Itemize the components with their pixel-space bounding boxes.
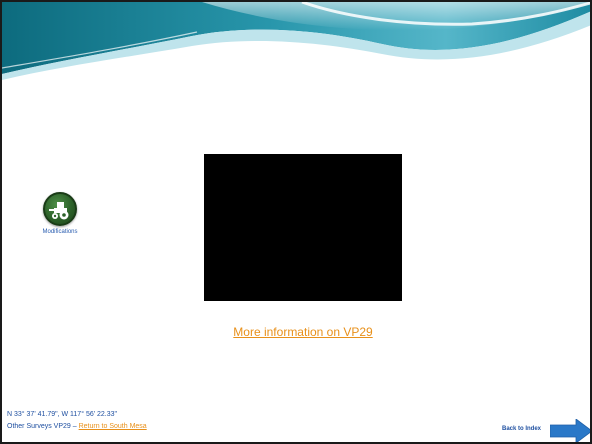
other-surveys-line: Other Surveys VP29 – Return to South Mes… — [7, 423, 147, 430]
modifications-label: Modifications — [42, 229, 78, 235]
right-arrow-icon[interactable] — [550, 419, 592, 443]
return-to-south-mesa-link[interactable]: Return to South Mesa — [79, 423, 147, 430]
modifications-button[interactable] — [43, 192, 77, 226]
other-surveys-label: Other Surveys VP29 – — [7, 423, 79, 430]
video-player[interactable] — [204, 154, 402, 301]
gps-coordinates: N 33° 37' 41.79", W 117° 56' 22.33" — [7, 411, 118, 418]
more-information-link[interactable]: More information on VP29 — [152, 325, 454, 339]
tractor-icon — [49, 202, 69, 220]
slide: Modifications More information on VP29 N… — [0, 0, 592, 444]
header-wave-banner — [2, 2, 590, 80]
back-to-index-link[interactable]: Back to Index — [502, 426, 541, 432]
